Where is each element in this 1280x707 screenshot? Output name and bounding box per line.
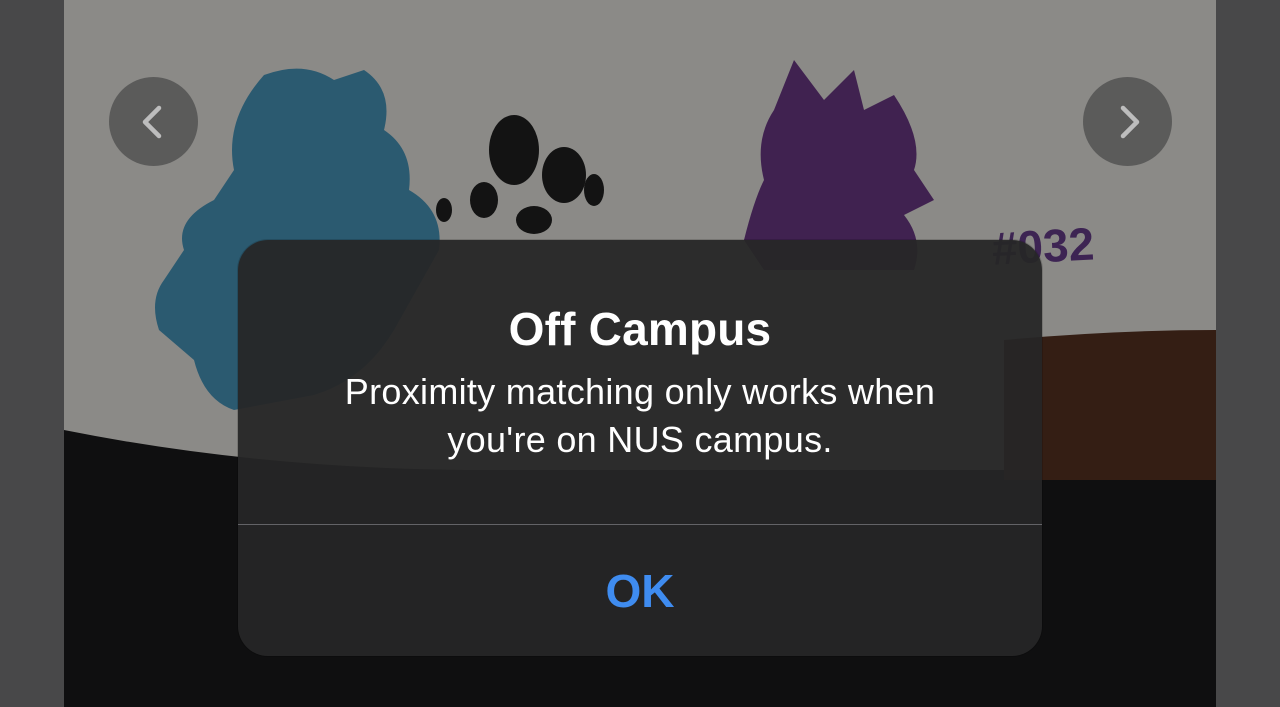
app-screen: #032 Off Campus Proximity matching only … [0,0,1280,707]
alert-message: Proximity matching only works when you'r… [344,371,936,460]
alert-body: Off Campus Proximity matching only works… [238,240,1042,524]
alert-title: Off Campus [508,303,772,355]
previous-photo-button[interactable] [109,77,198,166]
off-campus-alert: Off Campus Proximity matching only works… [238,240,1042,656]
ok-button[interactable]: OK [238,525,1042,656]
chevron-right-icon [1120,105,1139,138]
next-photo-button[interactable] [1083,77,1172,166]
chevron-left-icon [142,105,161,138]
